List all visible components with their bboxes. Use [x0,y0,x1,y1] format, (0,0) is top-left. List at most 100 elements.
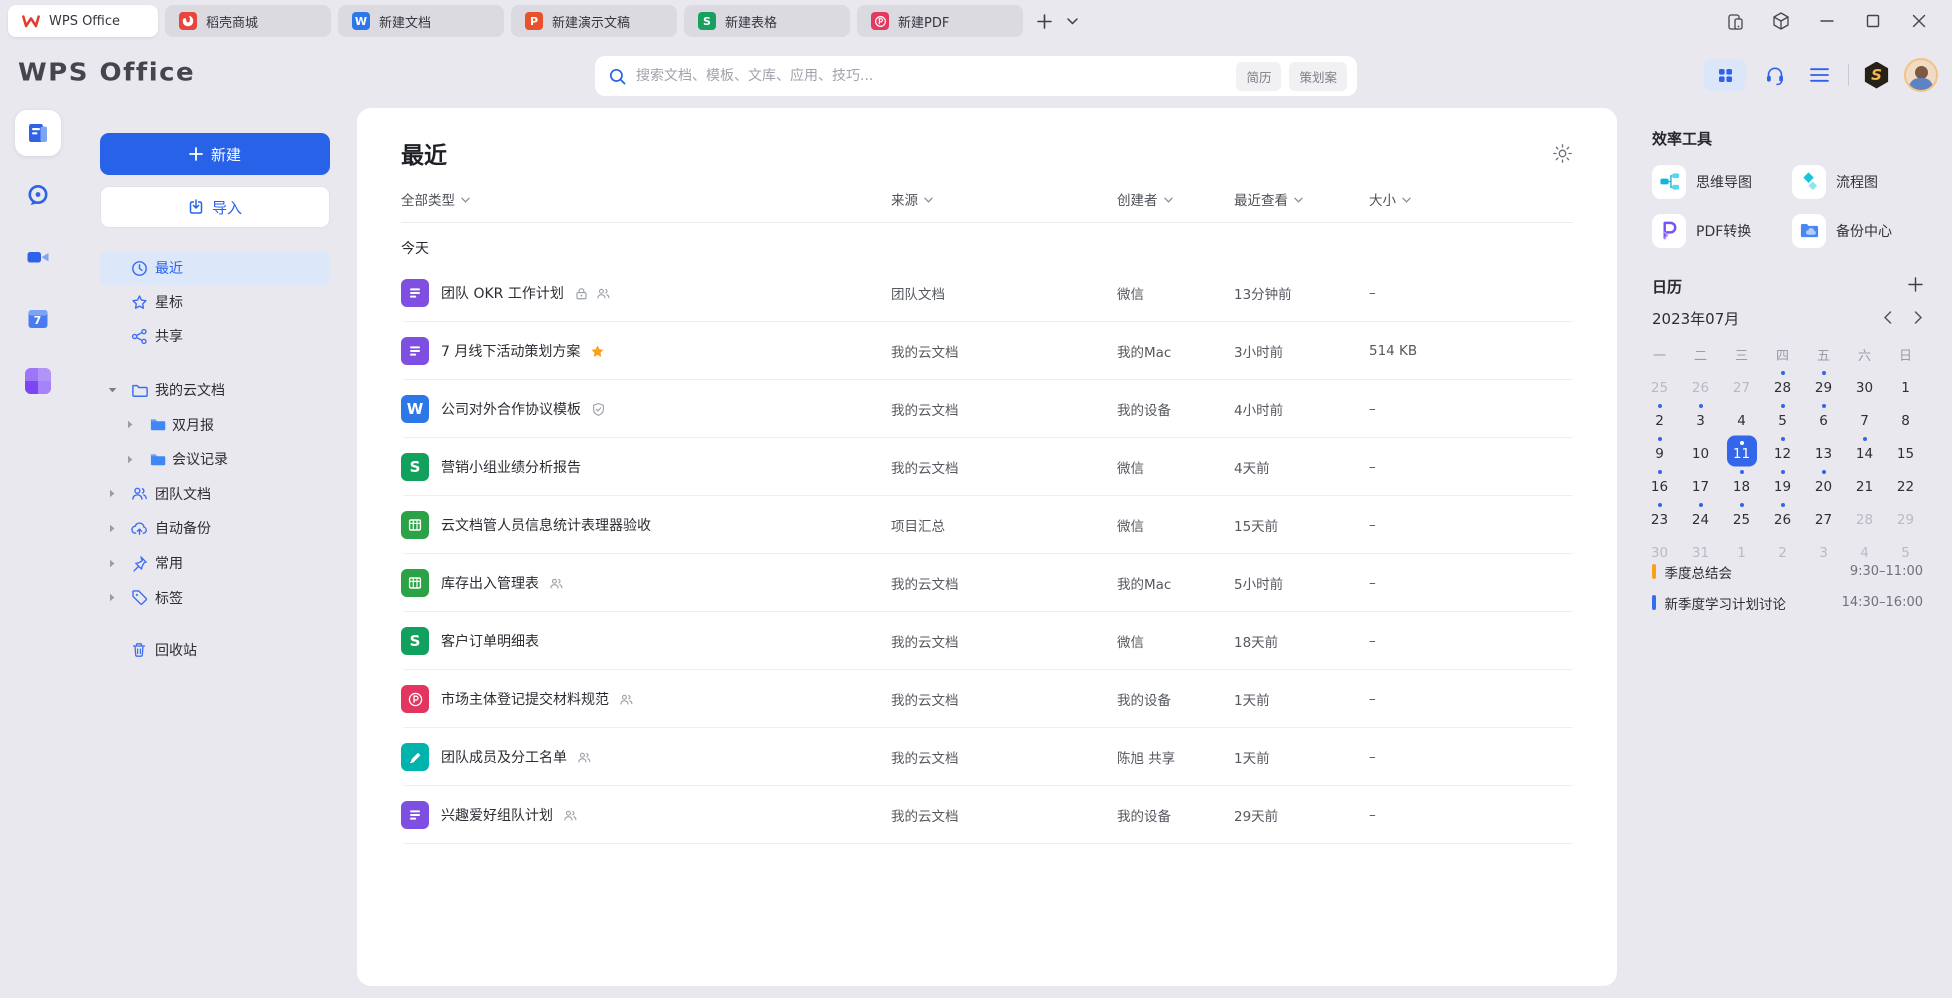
sidebar-tree-团队文档[interactable]: 团队文档 [100,477,330,511]
user-avatar[interactable] [1904,58,1938,92]
search-hot-tag[interactable]: 策划案 [1289,62,1347,91]
list-settings-gear-icon[interactable] [1551,142,1573,164]
calendar-day[interactable]: 13 [1803,434,1844,467]
calendar-day[interactable]: 3 [1680,401,1721,434]
calendar-day[interactable]: 14 [1844,434,1885,467]
calendar-day[interactable]: 25 [1721,500,1762,533]
sidebar-tree-自动备份[interactable]: 自动备份 [100,511,330,545]
calendar-event[interactable]: 新季度学习计划讨论14:30–16:00 [1652,587,1923,618]
filter-type[interactable]: 全部类型 [401,182,470,216]
sidebar-item-star[interactable]: 星标 [100,285,330,319]
calendar-day[interactable]: 28 [1762,368,1803,401]
tab-ppt[interactable]: P新建演示文稿 [511,5,677,37]
calendar-day[interactable]: 2 [1639,401,1680,434]
table-row[interactable]: 市场主体登记提交材料规范我的云文档我的设备1天前– [357,670,1617,728]
table-row[interactable]: S客户订单明细表我的云文档微信18天前– [357,612,1617,670]
tab-pdf[interactable]: 新建PDF [857,5,1023,37]
svip-badge-icon[interactable]: S [1863,62,1890,89]
calendar-day[interactable]: 11 [1721,434,1762,467]
calendar-event[interactable]: 季度总结会9:30–11:00 [1652,556,1923,587]
tool-pdf-convert[interactable]: PDF转换 [1652,206,1782,255]
calendar-day[interactable]: 25 [1639,368,1680,401]
tab-list-dropdown-icon[interactable] [1058,7,1086,35]
caret-right-icon[interactable] [125,420,135,429]
calendar-day[interactable]: 23 [1639,500,1680,533]
calendar-day[interactable]: 16 [1639,467,1680,500]
rail-apps[interactable] [15,358,61,404]
calendar-day[interactable]: 10 [1680,434,1721,467]
calendar-day[interactable]: 18 [1721,467,1762,500]
calendar-day[interactable]: 20 [1803,467,1844,500]
table-row[interactable]: 库存出入管理表我的云文档我的Mac5小时前– [357,554,1617,612]
rail-calendar[interactable]: 7 [15,296,61,342]
close-button[interactable] [1900,6,1938,36]
sidebar-tree-会议记录[interactable]: 会议记录 [100,442,330,476]
sidebar-item-share[interactable]: 共享 [100,319,330,353]
calendar-day[interactable]: 7 [1844,401,1885,434]
calendar-day[interactable]: 1 [1885,368,1926,401]
mobile-sync-icon[interactable] [1716,6,1754,36]
calendar-prev-icon[interactable] [1883,309,1892,328]
sidebar-tree-我的云文档[interactable]: 我的云文档 [100,373,330,407]
caret-right-icon[interactable] [125,455,135,464]
calendar-day[interactable]: 9 [1639,434,1680,467]
rail-messages[interactable] [15,172,61,218]
table-row[interactable]: 团队成员及分工名单我的云文档陈旭 共享1天前– [357,728,1617,786]
main-menu-icon[interactable] [1804,60,1834,90]
search-input[interactable] [636,68,1236,84]
maximize-button[interactable] [1854,6,1892,36]
calendar-next-icon[interactable] [1914,309,1923,328]
sidebar-item-clock[interactable]: 最近 [100,251,330,285]
filter-col[interactable]: 创建者 [1117,182,1173,216]
table-row[interactable]: 云文档管人员信息统计表理器验收项目汇总微信15天前– [357,496,1617,554]
tab-writer[interactable]: W新建文档 [338,5,504,37]
workspace-box-icon[interactable] [1762,6,1800,36]
table-row[interactable]: W公司对外合作协议模板我的云文档我的设备4小时前– [357,380,1617,438]
minimize-button[interactable] [1808,6,1846,36]
sidebar-tree-双月报[interactable]: 双月报 [100,408,330,442]
sidebar-tree-标签[interactable]: 标签 [100,581,330,615]
tool-backup[interactable]: 备份中心 [1792,206,1922,255]
calendar-day[interactable]: 27 [1803,500,1844,533]
add-event-icon[interactable] [1908,277,1923,296]
table-row[interactable]: 团队 OKR 工作计划团队文档微信13分钟前– [357,264,1617,322]
import-button[interactable]: 导入 [100,186,330,228]
rail-meeting[interactable] [15,234,61,280]
calendar-day[interactable]: 26 [1680,368,1721,401]
caret-right-icon[interactable] [107,559,117,568]
calendar-day[interactable]: 15 [1885,434,1926,467]
caret-right-icon[interactable] [107,593,117,602]
table-row[interactable]: 兴趣爱好组队计划我的云文档我的设备29天前– [357,786,1617,844]
sidebar-item-trash[interactable]: 回收站 [100,633,330,667]
calendar-day[interactable]: 17 [1680,467,1721,500]
calendar-day[interactable]: 21 [1844,467,1885,500]
apps-grid-icon[interactable] [1704,59,1746,91]
new-document-button[interactable]: 新建 [100,133,330,175]
tool-flowchart[interactable]: 流程图 [1792,157,1922,206]
caret-down-icon[interactable] [107,387,117,393]
calendar-day[interactable]: 8 [1885,401,1926,434]
support-headset-icon[interactable] [1760,60,1790,90]
calendar-day[interactable]: 29 [1885,500,1926,533]
calendar-day[interactable]: 26 [1762,500,1803,533]
calendar-day[interactable]: 12 [1762,434,1803,467]
calendar-day[interactable]: 29 [1803,368,1844,401]
search-hot-tag[interactable]: 简历 [1236,62,1281,91]
filter-col[interactable]: 来源 [891,182,933,216]
tab-sheet[interactable]: S新建表格 [684,5,850,37]
calendar-day[interactable]: 28 [1844,500,1885,533]
tool-mindmap[interactable]: 思维导图 [1652,157,1782,206]
filter-col[interactable]: 大小 [1369,182,1411,216]
calendar-day[interactable]: 27 [1721,368,1762,401]
rail-documents[interactable] [15,110,61,156]
calendar-day[interactable]: 22 [1885,467,1926,500]
calendar-day[interactable]: 5 [1762,401,1803,434]
new-tab-button[interactable] [1030,7,1058,35]
calendar-day[interactable]: 4 [1721,401,1762,434]
tab-wps[interactable]: WPS Office [8,5,158,37]
filter-col[interactable]: 最近查看 [1234,182,1303,216]
calendar-day[interactable]: 24 [1680,500,1721,533]
global-search[interactable]: 简历策划案 [595,56,1357,96]
tab-docer[interactable]: 稻壳商城 [165,5,331,37]
caret-right-icon[interactable] [107,489,117,498]
